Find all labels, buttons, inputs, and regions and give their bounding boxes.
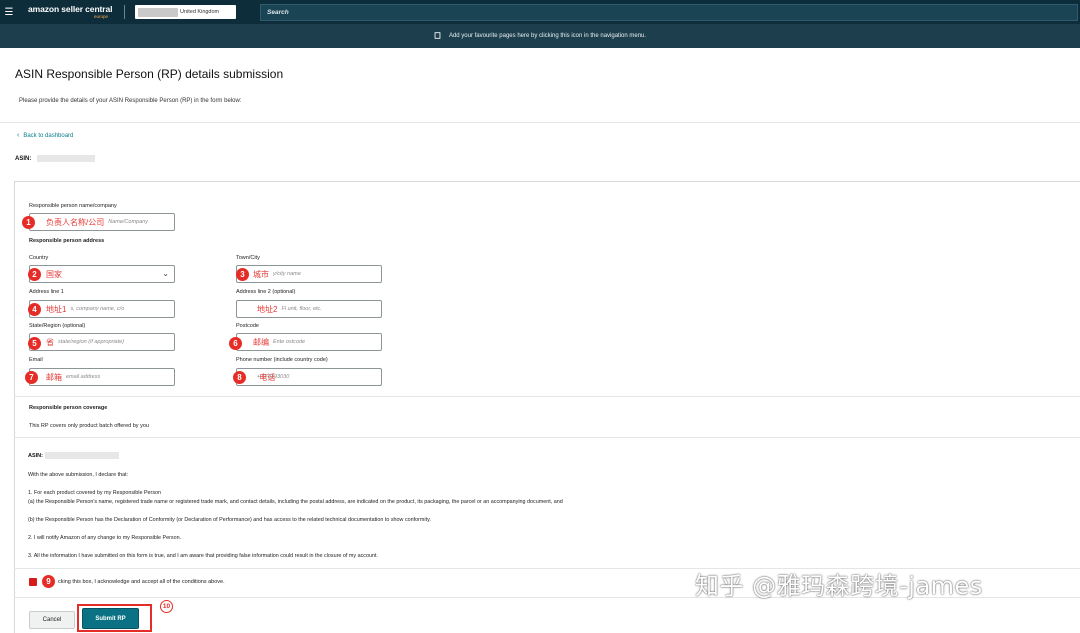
annotation-badge-8: 8	[233, 371, 246, 384]
phone-label: Phone number (include country code)	[236, 357, 328, 363]
phone-annotation: 电话	[259, 372, 276, 382]
state-region-input[interactable]: 省 state/region (if appropriate)	[29, 333, 175, 351]
email-placeholder: email address	[66, 374, 101, 380]
page-title: ASIN Responsible Person (RP) details sub…	[15, 67, 284, 81]
annotation-badge-2: 2	[28, 268, 41, 281]
declaration-item-1a: (a) the Responsible Person's name, regis…	[28, 499, 563, 505]
postcode-annotation: 邮编	[253, 337, 269, 347]
logo-region: europe	[93, 13, 108, 19]
header-divider	[0, 122, 1080, 123]
name-annotation: 负责人名称/公司	[46, 217, 105, 227]
country-annotation: 国家	[46, 269, 62, 279]
bookmark-icon[interactable]	[434, 31, 441, 41]
email-input[interactable]: 邮箱 email address	[29, 368, 175, 386]
declaration-item-1b: (b) the Responsible Person has the Decla…	[28, 517, 431, 523]
declaration-asin-label: ASIN:	[28, 452, 43, 459]
state-annotation: 省	[46, 337, 54, 347]
town-city-input[interactable]: 城市 y/city name	[236, 265, 382, 283]
address-line-1-input[interactable]: 地址1 s, company name, c/o	[29, 300, 175, 318]
menu-icon[interactable]: ☰	[2, 0, 16, 24]
annotation-badge-4: 4	[28, 303, 41, 316]
section-divider	[14, 437, 1080, 438]
annotation-badge-7: 7	[25, 371, 38, 384]
submit-rp-button[interactable]: Submit RP	[82, 608, 139, 629]
chevron-left-icon: ‹	[17, 132, 20, 139]
annotation-badge-6: 6	[229, 337, 242, 350]
email-annotation: 邮箱	[46, 372, 62, 382]
phone-input[interactable]: + 678393030 电话	[236, 368, 382, 386]
address1-label: Address line 1	[29, 289, 64, 295]
town-placeholder: y/city name	[273, 271, 301, 277]
asin-value-redacted	[37, 155, 96, 162]
section-divider	[14, 396, 1080, 397]
address1-placeholder: s, company name, c/o	[70, 306, 125, 312]
acknowledge-text: cking this box, I acknowledge and accept…	[58, 579, 225, 585]
state-placeholder: state/region (if appropriate)	[58, 339, 125, 345]
logo-text: amazon seller central	[28, 4, 113, 14]
address2-annotation: 地址2	[257, 304, 278, 314]
country-select[interactable]: 国家 ⌄	[29, 265, 175, 283]
search-input[interactable]: Search	[260, 3, 1078, 21]
name-placeholder: Name/Company	[108, 219, 148, 225]
declaration-asin: ASIN:	[28, 452, 119, 459]
declaration-item-3: 3. All the information I have submitted …	[28, 553, 378, 559]
declaration-intro: With the above submission, I declare tha…	[28, 472, 129, 478]
top-nav-bar: ☰ amazon seller central europe United Ki…	[0, 0, 1080, 24]
coverage-heading: Responsible person coverage	[29, 405, 108, 411]
back-link-label: Back to dashboard	[23, 132, 74, 139]
asin-label: ASIN:	[15, 155, 32, 162]
address-heading: Responsible person address	[29, 238, 105, 244]
nav-divider	[124, 5, 125, 19]
favourites-hint: Add your favourite pages here by clickin…	[448, 33, 647, 39]
postcode-placeholder: Ente ostcode	[273, 339, 306, 345]
address2-label: Address line 2 (optional)	[236, 289, 296, 295]
declaration-item-1: 1. For each product covered by my Respon…	[28, 490, 162, 496]
cancel-button[interactable]: Cancel	[29, 611, 75, 629]
marketplace-label: United Kingdom	[180, 9, 220, 15]
annotation-badge-5b: 5	[28, 337, 41, 350]
chevron-down-icon: ⌄	[162, 269, 169, 278]
annotation-badge-1: 1	[22, 216, 35, 229]
search-placeholder: Search	[267, 8, 289, 16]
town-label: Town/City	[236, 255, 260, 261]
state-label: State/Region (optional)	[29, 323, 86, 329]
address1-annotation: 地址1	[46, 304, 67, 314]
address-line-2-input[interactable]: 地址2 Fl unit, floor, etc.	[236, 300, 382, 318]
favourites-bar: Add your favourite pages here by clickin…	[0, 24, 1080, 48]
address2-placeholder: Fl unit, floor, etc.	[281, 306, 322, 312]
postcode-label: Postcode	[236, 323, 259, 329]
asin-value-redacted	[44, 452, 119, 459]
name-company-input[interactable]: 负责人名称/公司 Name/Company	[29, 213, 175, 231]
seller-central-logo[interactable]: amazon seller central europe	[28, 5, 114, 19]
annotation-badge-10: 10	[160, 600, 173, 613]
town-annotation: 城市	[253, 269, 269, 279]
annotation-badge-3: 3	[236, 268, 249, 281]
asin-header: ASIN:	[15, 155, 96, 162]
email-label: Email	[29, 357, 43, 363]
annotation-badge-9: 9	[42, 575, 55, 588]
declaration-item-2: 2. I will notify Amazon of any change to…	[28, 535, 182, 541]
acknowledge-checkbox[interactable]	[29, 578, 37, 586]
store-name-redacted	[138, 7, 178, 17]
watermark-text: 知乎 @雅玛森跨境-james	[695, 572, 983, 600]
postcode-input[interactable]: 邮编 Ente ostcode	[236, 333, 382, 351]
page-subtitle: Please provide the details of your ASIN …	[19, 98, 242, 104]
coverage-text: This RP covers only product batch offere…	[29, 423, 149, 429]
back-to-dashboard-link[interactable]: ‹ Back to dashboard	[17, 132, 73, 139]
country-label: Country	[29, 255, 49, 261]
name-label: Responsible person name/company	[29, 203, 117, 209]
marketplace-selector[interactable]: United Kingdom	[135, 5, 236, 19]
